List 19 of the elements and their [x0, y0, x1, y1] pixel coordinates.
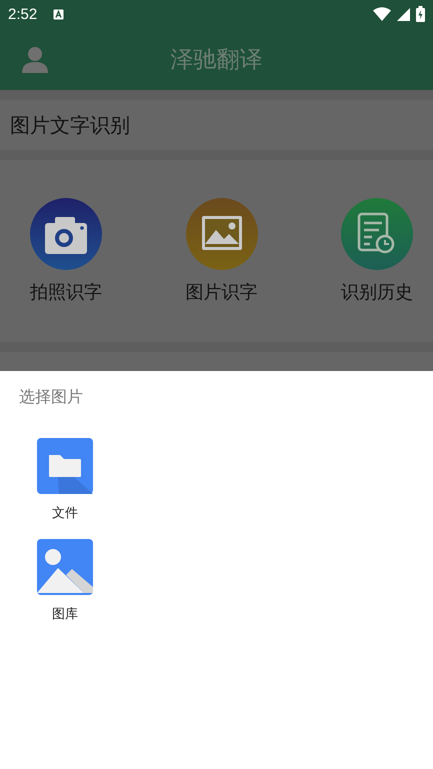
- app-title: 泽驰翻译: [170, 46, 262, 74]
- action-button[interactable]: 拍照识字: [30, 198, 102, 304]
- section-title: 图片文字识别: [10, 112, 130, 138]
- sheet-title: 选择图片: [18, 387, 84, 408]
- gallery-icon: [37, 539, 93, 595]
- camera-icon: [30, 198, 102, 270]
- user-icon[interactable]: [21, 45, 49, 73]
- chooser-option[interactable]: 图库: [37, 539, 93, 623]
- chooser-option[interactable]: 文件: [37, 438, 93, 522]
- action-button[interactable]: 识别历史: [341, 198, 413, 304]
- status-time: 2:52: [8, 6, 38, 22]
- image-icon: [186, 198, 258, 270]
- history-icon: [341, 198, 413, 270]
- action-button[interactable]: 图片识字: [186, 198, 258, 304]
- wifi-icon: [373, 7, 391, 21]
- signal-icon: [397, 8, 410, 20]
- folder-icon: [37, 438, 93, 494]
- notification-icon: [53, 8, 64, 20]
- battery-icon: [416, 6, 425, 22]
